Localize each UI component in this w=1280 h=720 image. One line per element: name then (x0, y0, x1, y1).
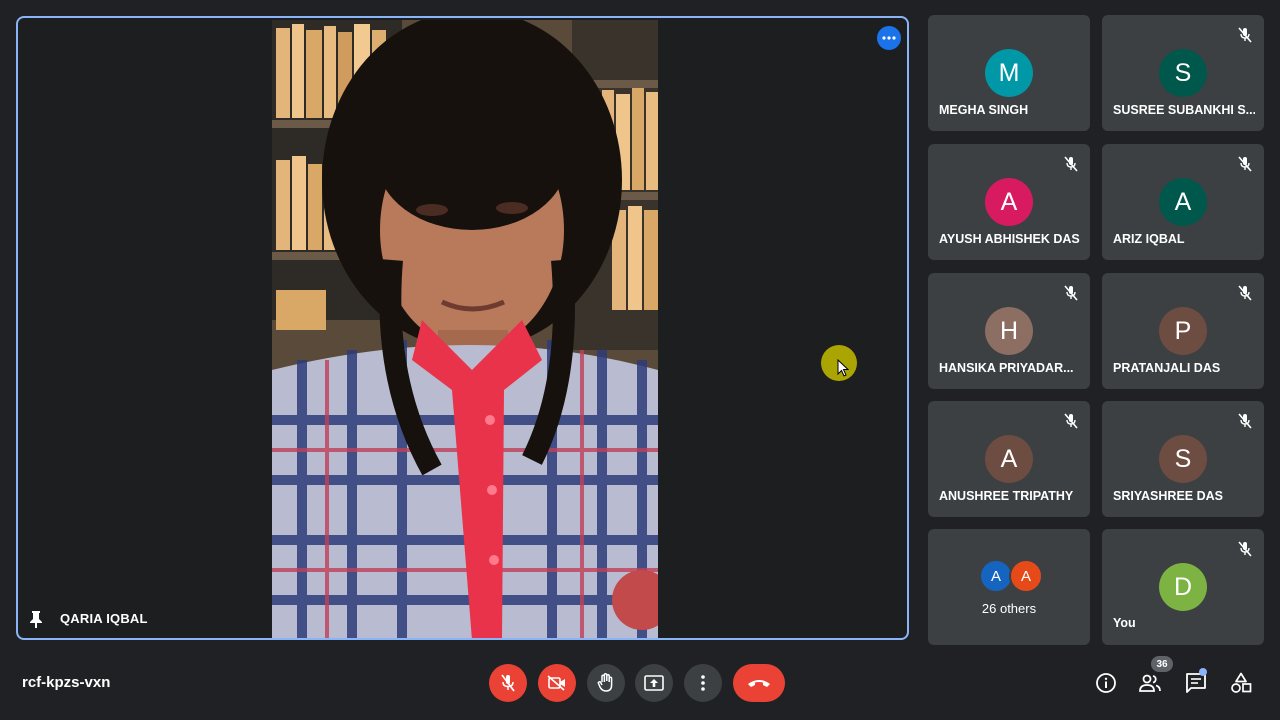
pin-icon[interactable] (28, 610, 44, 628)
mic-off-icon (1238, 27, 1252, 43)
more-options-button[interactable] (684, 664, 722, 702)
people-button[interactable] (1137, 670, 1163, 696)
mic-toggle-button[interactable] (489, 664, 527, 702)
chat-notification-dot (1199, 668, 1207, 676)
activities-button[interactable] (1228, 670, 1254, 696)
meeting-code: rcf-kpzs-vxn (22, 674, 111, 691)
participant-name: PRATANJALI DAS (1113, 361, 1221, 375)
mic-off-icon (1238, 413, 1252, 429)
avatar: H (985, 307, 1033, 355)
main-speaker-tile[interactable]: QARIA IQBAL (16, 16, 909, 640)
people-icon (1139, 674, 1161, 692)
hand-icon (597, 673, 613, 692)
mic-off-icon (1238, 541, 1252, 557)
raise-hand-button[interactable] (587, 664, 625, 702)
mic-off-icon (1064, 285, 1078, 301)
participant-tile[interactable]: H HANSIKA PRIYADAR... (928, 273, 1090, 389)
participant-name: MEGHA SINGH (939, 103, 1029, 117)
mic-off-icon (501, 674, 515, 692)
mic-off-icon (1238, 156, 1252, 172)
avatar: S (1159, 435, 1207, 483)
avatar: A (985, 178, 1033, 226)
present-icon (644, 675, 664, 691)
participant-tile[interactable]: A ANUSHREE TRIPATHY (928, 401, 1090, 517)
avatar: A (985, 435, 1033, 483)
participant-name: HANSIKA PRIYADAR... (939, 361, 1074, 375)
camera-off-icon (547, 675, 565, 691)
participant-name: SRIYASHREE DAS (1113, 489, 1223, 503)
hang-up-icon (748, 680, 770, 687)
avatar: M (985, 49, 1033, 97)
mouse-cursor (821, 345, 857, 381)
participant-tile[interactable]: S SUSREE SUBANKHI S... (1102, 15, 1264, 131)
more-vert-icon (701, 675, 705, 691)
activities-icon (1231, 672, 1252, 693)
present-screen-button[interactable] (635, 664, 673, 702)
avatar: A (1009, 559, 1043, 593)
leave-call-button[interactable] (733, 664, 785, 702)
people-count-badge: 36 (1151, 656, 1173, 672)
others-tile[interactable]: A A 26 others (928, 529, 1090, 645)
participant-name: SUSREE SUBANKHI S... (1113, 103, 1255, 117)
avatar: A (979, 559, 1013, 593)
mic-off-icon (1238, 285, 1252, 301)
self-name: You (1113, 616, 1136, 630)
participant-name: ANUSHREE TRIPATHY (939, 489, 1074, 503)
participant-tile[interactable]: S SRIYASHREE DAS (1102, 401, 1264, 517)
speaker-name: QARIA IQBAL (60, 611, 148, 626)
self-tile[interactable]: D You (1102, 529, 1264, 645)
avatar: D (1159, 563, 1207, 611)
participant-tile[interactable]: P PRATANJALI DAS (1102, 273, 1264, 389)
participant-tile[interactable]: A AYUSH ABHISHEK DAS (928, 144, 1090, 260)
participant-name: AYUSH ABHISHEK DAS (939, 232, 1080, 246)
mic-off-icon (1064, 156, 1078, 172)
info-icon (1096, 673, 1116, 693)
participant-tile[interactable]: M MEGHA SINGH (928, 15, 1090, 131)
meeting-details-button[interactable] (1093, 670, 1119, 696)
others-count-label: 26 others (981, 601, 1037, 616)
speaker-video (272, 20, 658, 638)
participant-name: ARIZ IQBAL (1113, 232, 1185, 246)
participant-tile[interactable]: A ARIZ IQBAL (1102, 144, 1264, 260)
avatar: S (1159, 49, 1207, 97)
avatar: P (1159, 307, 1207, 355)
camera-toggle-button[interactable] (538, 664, 576, 702)
more-options-icon[interactable] (877, 26, 901, 50)
mic-off-icon (1064, 413, 1078, 429)
avatar: A (1159, 178, 1207, 226)
